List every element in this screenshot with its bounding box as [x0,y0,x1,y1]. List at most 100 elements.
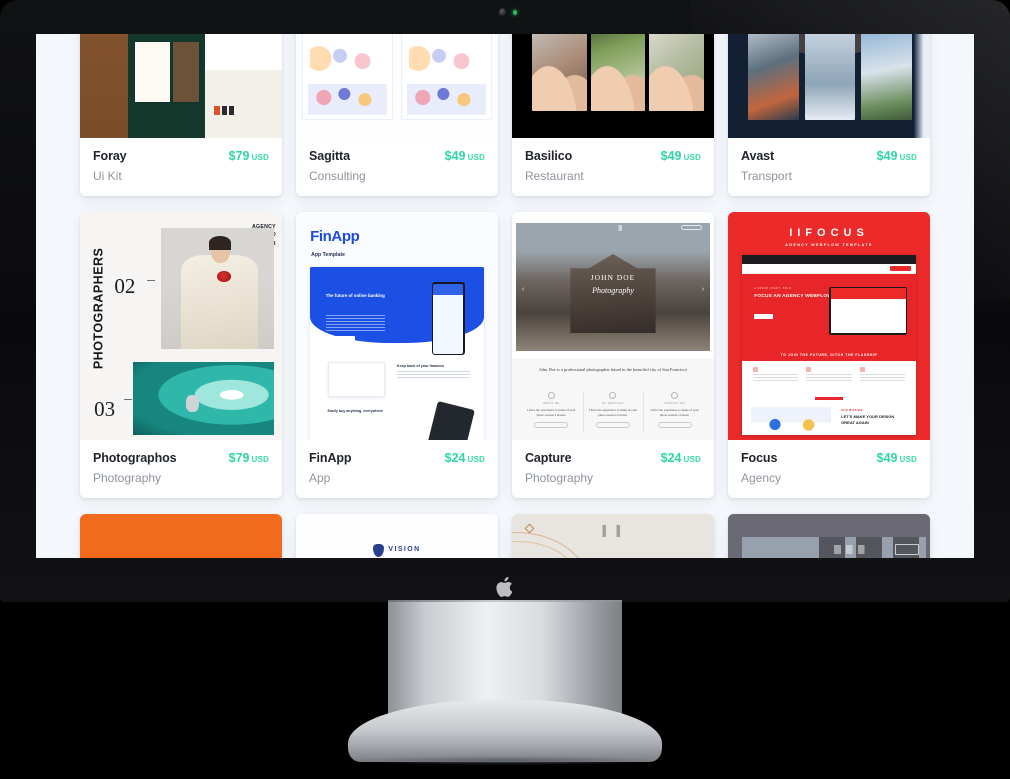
imac-screen: Foray $79 USD Ui Kit Sagitta $49 USD Con… [36,34,974,558]
preview-finapp: FinApp App Template The future of online… [296,212,498,440]
template-price: $24 USD [660,451,701,465]
preview-strip: TO JOIN THE FUTURE, DITCH THE FLAGSHIP [780,352,878,357]
imac-bezel: Foray $79 USD Ui Kit Sagitta $49 USD Con… [0,0,1010,602]
preview-title: Chronicle [80,555,282,558]
preview-col-title: ABOUT ME [543,402,560,406]
template-thumbnail-foray[interactable] [80,34,282,138]
camera-indicator-led-icon [513,10,517,15]
template-thumbnail-chronicle[interactable]: Chronicle UI KIT TEMPLATE FOR NEWSPAPER … [80,514,282,558]
template-thumbnail-finapp[interactable]: FinApp App Template The future of online… [296,212,498,440]
preview-right-kicker: OUR MISSION [841,408,863,412]
template-price: $24 USD [444,451,485,465]
template-category: App [309,471,331,485]
preview-col-body: I have the experience to make of your ph… [527,407,576,418]
card-meta: Capture $24 USD Photography [512,440,714,498]
template-price: $79 USD [228,451,269,465]
preview-experts: WELCOME We Are EXPERTS Building AMAZING … [512,514,714,558]
preview-photo-wave [132,362,274,436]
preview-number-03: 03 [94,397,116,422]
screenshot-stage: Foray $79 USD Ui Kit Sagitta $49 USD Con… [0,0,1010,779]
template-card-experts[interactable]: WELCOME We Are EXPERTS Building AMAZING … [512,514,714,558]
card-meta: Basilico $49 USD Restaurant [512,138,714,196]
template-thumbnail-focus[interactable]: IIFOCUS AGENCY WEBFLOW TEMPLATE A FRESH … [728,212,930,440]
template-name: Capture [525,451,572,465]
apple-logo-icon [496,575,516,599]
template-price: $49 USD [444,149,485,163]
preview-title: FinApp [310,227,360,245]
template-thumbnail-avast[interactable]: TRANSPORT . LOGISTICS We Are the Leading… [728,34,930,138]
template-category: Photography [93,471,162,485]
template-card-photographos[interactable]: PHOTOGRAPHERS AGENCY STUDIO FREELANCER 0… [80,212,282,498]
template-card-vision[interactable]: VISION An template for Bank, Finance, Ac… [296,514,498,558]
preview-section-2: Keep track of your finances [397,363,445,368]
preview-chronicle: Chronicle UI KIT TEMPLATE FOR NEWSPAPER … [80,514,282,558]
template-card-delux[interactable]: Delux Delux NEW YORK CITY | BEST OF NEW … [728,514,930,558]
template-card-avast[interactable]: TRANSPORT . LOGISTICS We Are the Leading… [728,34,930,196]
template-thumbnail-vision[interactable]: VISION An template for Bank, Finance, Ac… [296,514,498,558]
preview-right-head: LET'S MAKE YOUR DESIGN GREAT AGAIN [841,414,895,425]
preview-foray [80,34,282,138]
template-category: Ui Kit [93,169,122,183]
template-thumbnail-capture[interactable]: JOHN DOE Photography ‹ › John Doe is a p… [512,212,714,440]
preview-col-body: I have the experience to make of your ph… [588,407,638,418]
preview-section-3: Easily buy anything, everywhere [327,408,384,413]
preview-hero-headline: The future of online banking [325,292,385,298]
imac-stand-shadow [352,756,658,765]
template-card-capture[interactable]: JOHN DOE Photography ‹ › John Doe is a p… [512,212,714,498]
prev-arrow-icon[interactable]: ‹ [522,285,524,296]
next-arrow-icon[interactable]: › [702,285,704,296]
template-name: Basilico [525,149,573,163]
template-category: Transport [741,169,792,183]
preview-photographos: PHOTOGRAPHERS AGENCY STUDIO FREELANCER 0… [80,212,282,440]
template-thumbnail-delux[interactable]: Delux Delux NEW YORK CITY | BEST OF NEW … [728,514,930,558]
template-category: Photography [525,471,594,485]
preview-intro: John Doe is a professional photographer … [539,367,687,373]
vision-shield-icon [373,543,385,557]
preview-hero-line-1: JOHN DOE [590,272,636,282]
card-meta: FinApp $24 USD App [296,440,498,498]
facetime-camera-icon [499,8,506,17]
preview-brand-sub: AGENCY WEBFLOW TEMPLATE [785,242,873,247]
preview-brand: IIFOCUS [789,226,869,239]
template-card-chronicle[interactable]: Chronicle UI KIT TEMPLATE FOR NEWSPAPER … [80,514,282,558]
preview-photo-model [160,227,274,349]
card-meta: Sagitta $49 USD Consulting [296,138,498,196]
preview-sagitta [296,34,498,138]
template-thumbnail-basilico[interactable] [512,34,714,138]
card-meta: Focus $49 USD Agency [728,440,930,498]
template-card-basilico[interactable]: Basilico $49 USD Restaurant [512,34,714,196]
template-thumbnail-photographos[interactable]: PHOTOGRAPHERS AGENCY STUDIO FREELANCER 0… [80,212,282,440]
template-name: FinApp [309,451,352,465]
preview-col-body: I have the experience to make of your ph… [650,407,699,418]
template-price: $49 USD [660,149,701,163]
template-card-finapp[interactable]: FinApp App Template The future of online… [296,212,498,498]
preview-col-title: MY SERVICES [602,402,624,406]
preview-focus: IIFOCUS AGENCY WEBFLOW TEMPLATE A FRESH … [728,212,930,440]
template-price: $49 USD [876,149,917,163]
preview-avast: TRANSPORT . LOGISTICS We Are the Leading… [728,34,930,138]
template-price: $49 USD [876,451,917,465]
template-category: Agency [741,471,782,485]
template-card-sagitta[interactable]: Sagitta $49 USD Consulting [296,34,498,196]
preview-brand: VISION [388,545,421,553]
preview-kicker: A FRESH START, BOLD [754,287,792,291]
preview-subtitle: App Template [311,251,346,258]
preview-basilico [512,34,714,138]
template-name: Focus [741,451,778,465]
template-category: Restaurant [525,169,584,183]
template-name: Sagitta [309,149,350,163]
template-name: Avast [741,149,775,163]
preview-number-02: 02 [114,274,136,299]
card-meta: Avast $49 USD Transport [728,138,930,196]
template-price: $79 USD [228,149,269,163]
template-card-focus[interactable]: IIFOCUS AGENCY WEBFLOW TEMPLATE A FRESH … [728,212,930,498]
template-card-foray[interactable]: Foray $79 USD Ui Kit [80,34,282,196]
card-meta: Foray $79 USD Ui Kit [80,138,282,196]
template-thumbnail-experts[interactable]: WELCOME We Are EXPERTS Building AMAZING … [512,514,714,558]
card-meta: Photographos $79 USD Photography [80,440,282,498]
template-category: Consulting [309,169,366,183]
template-grid: Foray $79 USD Ui Kit Sagitta $49 USD Con… [36,34,974,558]
preview-vision: VISION An template for Bank, Finance, Ac… [296,514,498,558]
template-thumbnail-sagitta[interactable] [296,34,498,138]
preview-delux: Delux Delux NEW YORK CITY | BEST OF NEW … [728,514,930,558]
